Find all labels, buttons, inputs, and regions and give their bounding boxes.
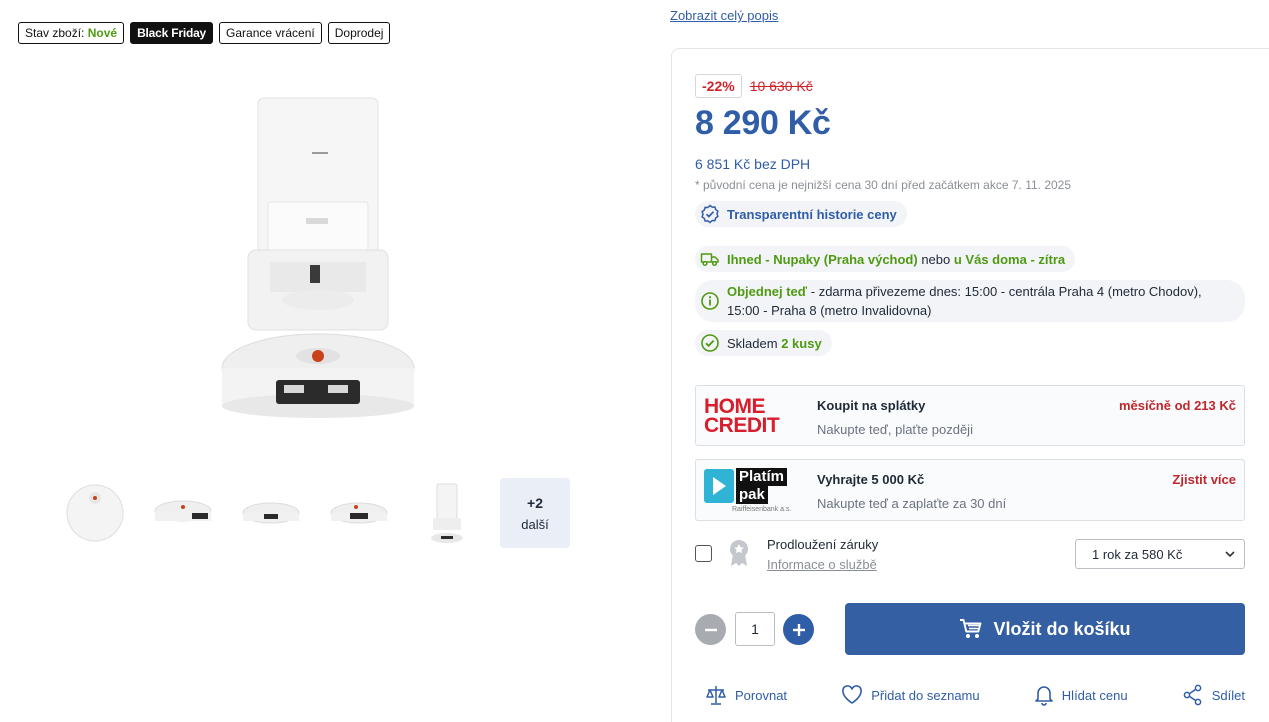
home-credit-monthly: měsíčně od 213 Kč	[1118, 398, 1236, 413]
add-to-list-label: Přidat do seznamu	[871, 687, 980, 703]
current-price: 8 290 Kč	[695, 104, 831, 142]
clearance-badge: Doprodej	[327, 22, 391, 44]
platim-pak-more-link[interactable]: Zjistit více	[1172, 472, 1236, 487]
platim-pak-offer[interactable]: Platím pak Raiffeisenbank a.s. Vyhrajte …	[695, 459, 1245, 521]
condition-badge: Stav zboží: Nové	[18, 22, 125, 44]
watch-price-label: Hlídat cenu	[1061, 687, 1128, 703]
truck-icon	[699, 248, 721, 270]
heart-icon	[842, 685, 863, 704]
more-images-label: další	[521, 516, 549, 532]
product-badges: Stav zboží: Nové Black Friday Garance vr…	[18, 22, 391, 44]
thumbnail-3[interactable]	[236, 478, 306, 548]
more-images-count: +2	[527, 494, 543, 511]
chevron-down-icon	[1224, 548, 1236, 563]
verified-badge-icon	[699, 203, 721, 225]
bell-icon	[1034, 686, 1053, 706]
old-price: 10 630 Kč	[749, 78, 813, 94]
thumbnail-5[interactable]	[412, 478, 482, 548]
thumbnail-2[interactable]	[148, 478, 218, 548]
compare-button[interactable]: Porovnat	[705, 684, 787, 706]
share-icon	[1183, 684, 1202, 706]
plus-icon	[792, 623, 805, 636]
scales-icon	[706, 686, 726, 705]
warranty-rosette-icon	[728, 539, 750, 567]
platim-pak-subtitle: Nakupte teď a zaplaťte za 30 dní	[817, 496, 1007, 511]
delivery-home: u Vás doma - zítra	[953, 251, 1066, 267]
quantity-increase-button[interactable]	[783, 614, 814, 645]
platim-pak-title: Vyhrajte 5 000 Kč	[817, 472, 925, 487]
compare-label: Porovnat	[735, 687, 788, 703]
warranty-checkbox[interactable]	[695, 545, 712, 562]
stock-label: Skladem	[727, 335, 778, 351]
price-without-vat: 6 851 Kč bez DPH	[695, 156, 811, 172]
show-full-description-link[interactable]: Zobrazit celý popis	[670, 8, 778, 23]
home-credit-subtitle: Nakupte teď, plaťte později	[817, 422, 973, 437]
delivery-info: Ihned - Nupaky (Praha východ) nebo u Vás…	[695, 246, 1076, 272]
stock-info: Skladem 2 kusy	[695, 330, 832, 356]
price-note: * původní cena je nejnižší cena 30 dní p…	[695, 178, 1072, 192]
discount-badge: -22%	[695, 74, 742, 98]
platim-pak-logo: Platím pak Raiffeisenbank a.s.	[704, 467, 794, 515]
quantity-input[interactable]: 1	[735, 612, 775, 646]
more-images-button[interactable]: +2 další	[500, 478, 570, 548]
warranty-info-link[interactable]: Informace o službě	[767, 557, 877, 572]
order-now-info: Objednej teď - zdarma přivezeme dnes: 15…	[695, 280, 1245, 322]
order-now-bold: Objednej teď	[727, 284, 808, 299]
cart-icon	[959, 618, 983, 640]
check-circle-icon	[699, 332, 721, 354]
warranty-title: Prodloužení záruky	[767, 537, 879, 552]
discount-row: -22% 10 630 Kč	[695, 74, 813, 98]
add-to-list-button[interactable]: Přidat do seznamu	[841, 684, 980, 706]
condition-value: Nové	[87, 26, 118, 40]
add-to-cart-label: Vložit do košíku	[993, 618, 1131, 639]
price-history-label: Transparentní historie ceny	[727, 206, 897, 222]
add-to-cart-button[interactable]: Vložit do košíku	[845, 603, 1245, 655]
watch-price-button[interactable]: Hlídat cenu	[1034, 684, 1128, 706]
warranty-select[interactable]: 1 rok za 580 Kč	[1075, 539, 1245, 569]
black-friday-badge: Black Friday	[130, 22, 214, 44]
stock-value: 2 kusy	[781, 335, 822, 351]
info-icon	[699, 290, 721, 312]
minus-icon	[704, 628, 717, 631]
delivery-or: nebo	[921, 251, 951, 267]
warranty-selected-value: 1 rok za 580 Kč	[1092, 546, 1183, 562]
delivery-now: Ihned - Nupaky (Praha východ)	[727, 251, 918, 267]
product-main-image[interactable]	[200, 90, 520, 450]
thumbnail-strip: +2 další	[60, 478, 588, 548]
product-actions: Porovnat Přidat do seznamu Hlídat cenu S…	[705, 684, 1245, 706]
share-button[interactable]: Sdílet	[1182, 684, 1245, 706]
home-credit-offer[interactable]: HOME CREDIT Koupit na splátky Nakupte te…	[695, 385, 1245, 446]
share-label: Sdílet	[1211, 687, 1245, 703]
condition-label: Stav zboží:	[25, 26, 85, 40]
price-history-link[interactable]: Transparentní historie ceny	[695, 201, 907, 227]
thumbnail-4[interactable]	[324, 478, 394, 548]
return-guarantee-badge: Garance vrácení	[219, 22, 322, 44]
thumbnail-1[interactable]	[60, 478, 130, 548]
home-credit-logo: HOME CREDIT	[704, 395, 780, 437]
home-credit-title: Koupit na splátky	[817, 398, 926, 413]
quantity-decrease-button[interactable]	[695, 614, 726, 645]
